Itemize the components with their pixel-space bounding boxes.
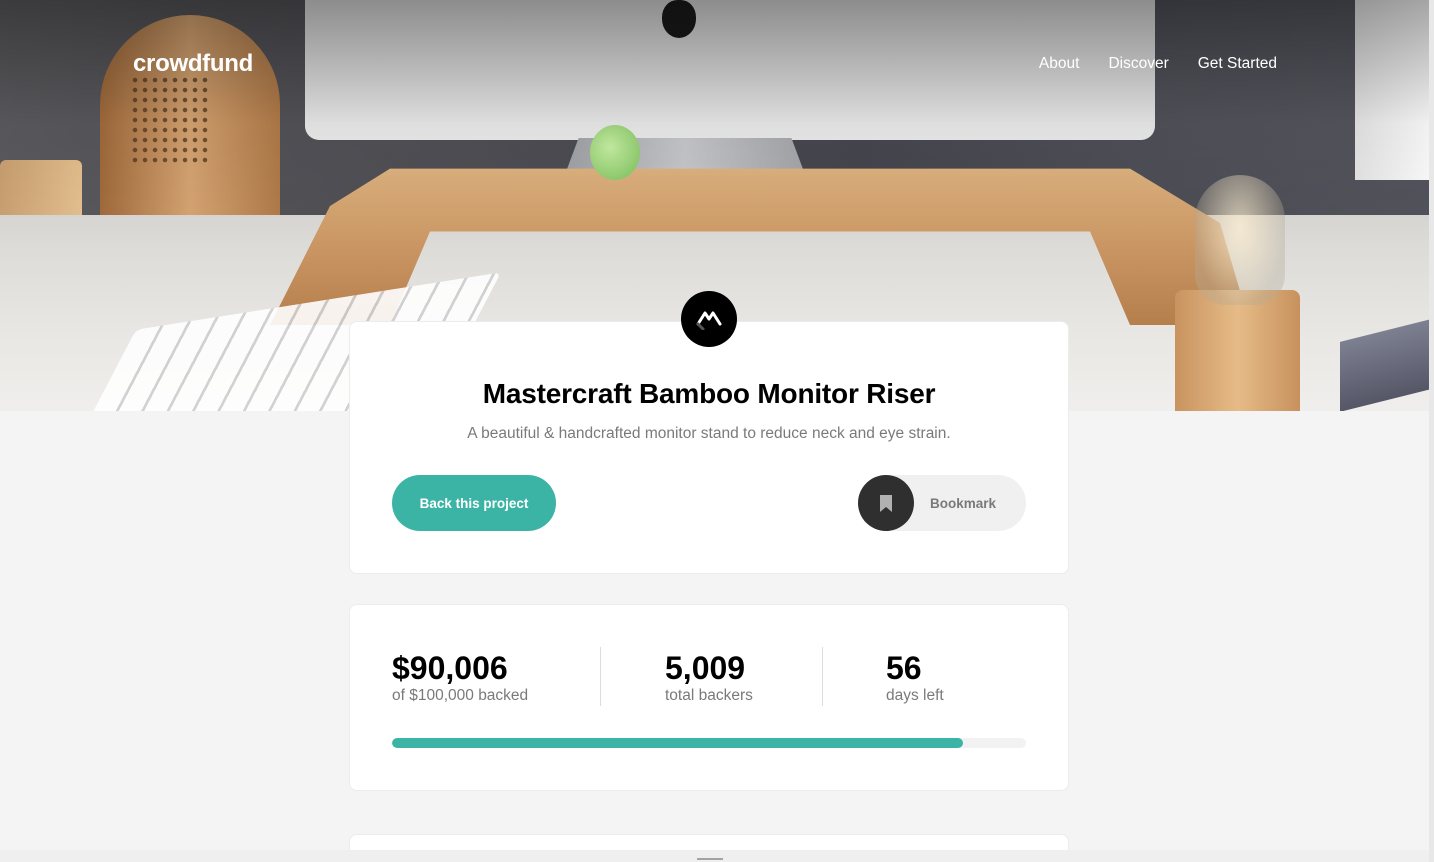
nav-about[interactable]: About: [1039, 55, 1080, 73]
nav-get-started[interactable]: Get Started: [1198, 55, 1277, 73]
stat-backed-value: $90,006: [392, 650, 508, 686]
site-logo[interactable]: crowdfund: [133, 50, 253, 78]
project-description: A beautiful & handcrafted monitor stand …: [467, 425, 951, 442]
funding-progress-bar: [392, 738, 1026, 748]
stat-backed-label: of $100,000 backed: [392, 687, 529, 704]
bookmark-button[interactable]: Bookmark: [858, 475, 1026, 531]
mastercraft-logo-glyph: [696, 311, 722, 330]
stats-divider: [600, 647, 601, 706]
main-nav: About Discover Get Started: [1039, 55, 1277, 73]
bookmark-label: Bookmark: [930, 495, 997, 511]
project-intro-card: [349, 321, 1069, 574]
back-project-button[interactable]: Back this project: [392, 475, 556, 531]
stat-backers-value: 5,009: [665, 650, 746, 686]
bookmark-glyph: [880, 494, 892, 512]
stat-backers-label: total backers: [665, 687, 753, 704]
stats-divider: [822, 647, 823, 706]
funding-progress-fill: [392, 738, 963, 748]
stat-days-label: days left: [886, 687, 944, 704]
stat-days: 56 days left: [886, 649, 944, 705]
project-title: Mastercraft Bamboo Monitor Riser: [482, 378, 936, 409]
stat-days-value: 56: [886, 650, 922, 686]
stat-backers: 5,009 total backers: [665, 649, 753, 705]
scroll-indicator: [697, 858, 723, 860]
nav-discover[interactable]: Discover: [1108, 55, 1168, 73]
stat-backed: $90,006 of $100,000 backed: [392, 649, 528, 705]
bookmark-icon: [858, 475, 914, 531]
scrollbar[interactable]: [1429, 0, 1434, 862]
mastercraft-logo-icon: [681, 291, 737, 347]
page-bottom-edge: [0, 850, 1434, 862]
